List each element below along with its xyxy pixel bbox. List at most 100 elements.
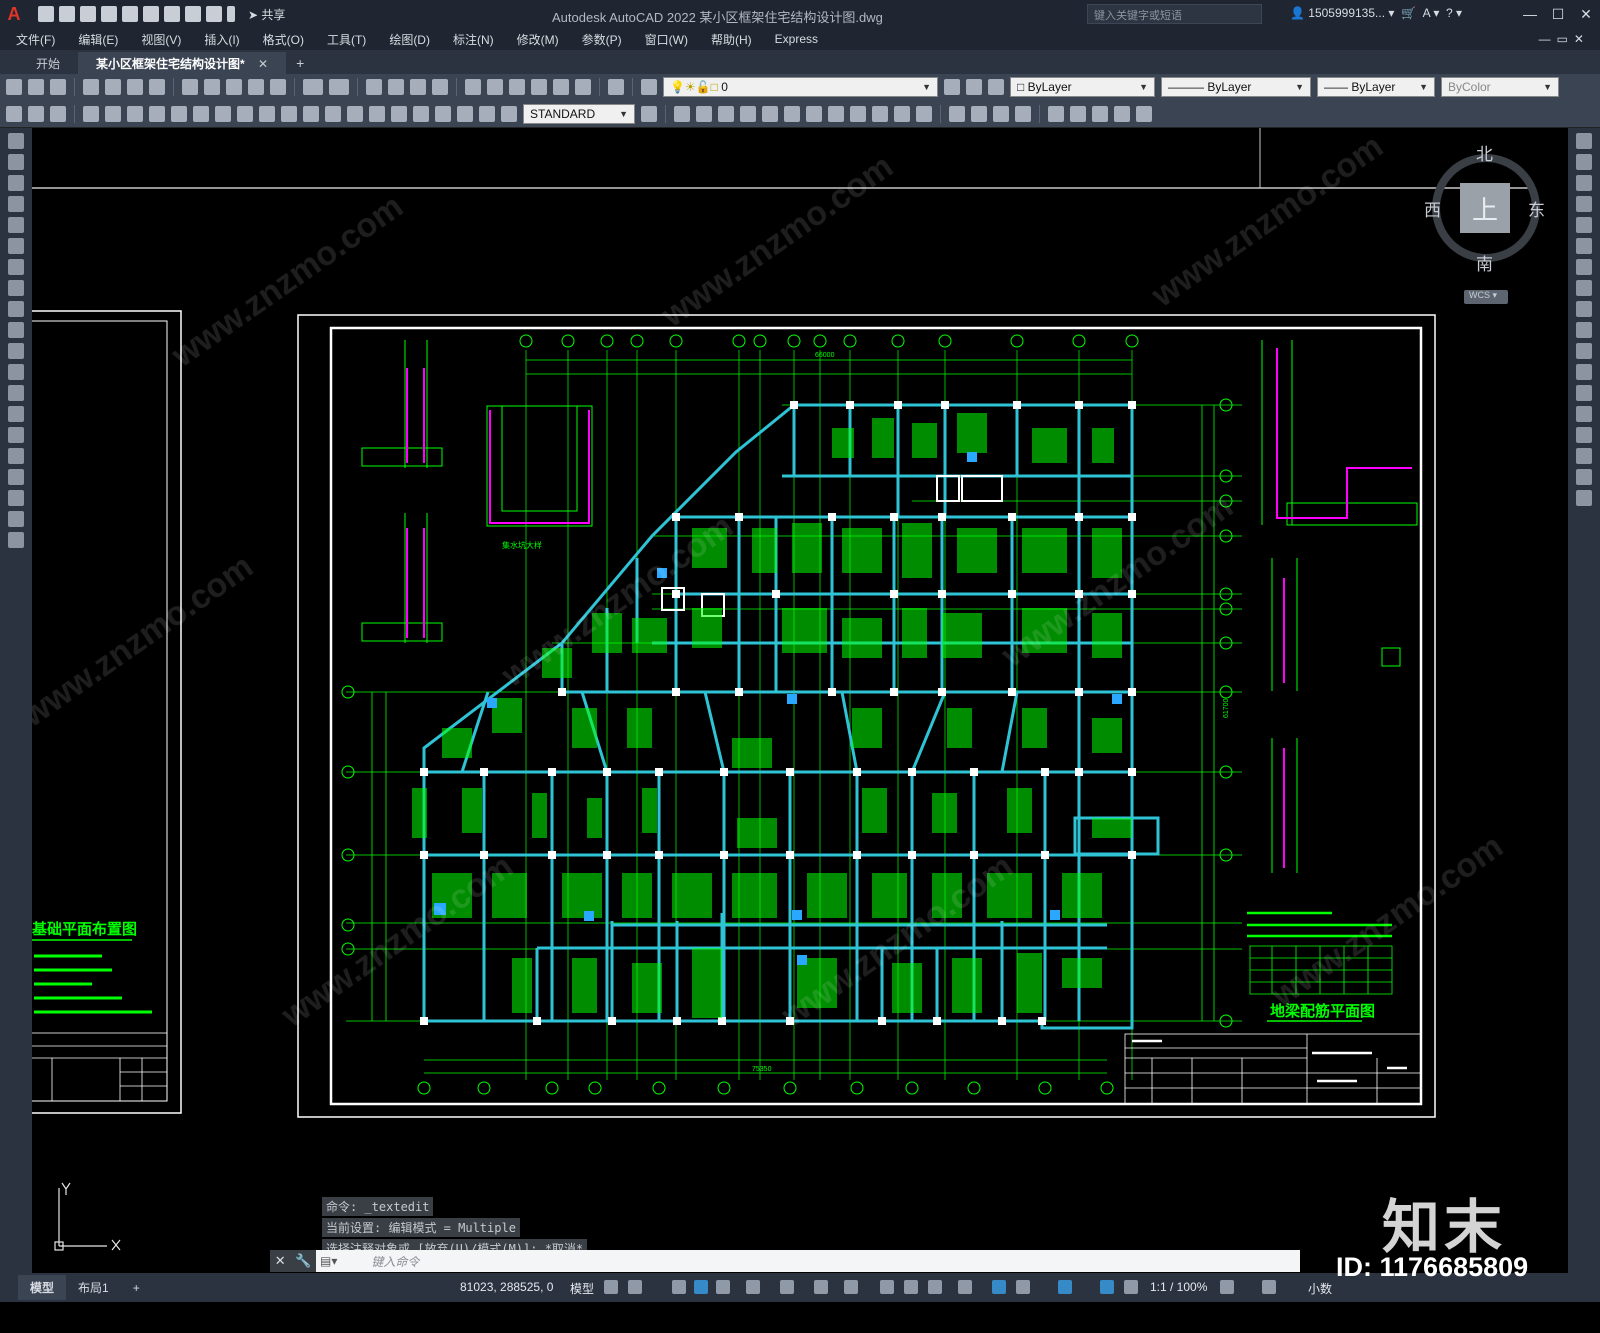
- angular-icon[interactable]: [237, 105, 253, 122]
- viewcube[interactable]: 上 北 南 东 西: [1424, 140, 1546, 280]
- menu-window[interactable]: 窗口(W): [645, 31, 688, 48]
- dimension-update-icon[interactable]: [501, 105, 517, 122]
- coordinate-readout[interactable]: 81023, 288525, 0: [460, 1280, 553, 1294]
- extrude-icon[interactable]: [740, 105, 756, 122]
- dynamic-ucs-icon[interactable]: [992, 1280, 1006, 1294]
- object-snap-tracking-icon[interactable]: [814, 1280, 828, 1294]
- gradient-icon[interactable]: [8, 448, 24, 464]
- match-properties-icon[interactable]: [248, 79, 264, 95]
- chamfer-icon[interactable]: [1576, 427, 1592, 443]
- drawing-canvas[interactable]: 基础平面布置图 66000 75350 61700 集水坑大样 地梁配筋平面图 …: [32, 128, 1568, 1273]
- infer-constraints-icon[interactable]: [672, 1280, 686, 1294]
- zoom-realtime-icon[interactable]: [388, 79, 404, 95]
- menu-view[interactable]: 视图(V): [141, 31, 181, 48]
- rotate-icon[interactable]: [1576, 259, 1592, 275]
- 3d-object-snap-icon[interactable]: [958, 1280, 972, 1294]
- save-icon[interactable]: [50, 79, 66, 95]
- tab-close-icon[interactable]: ✕: [258, 57, 268, 71]
- linear-dimension-icon[interactable]: [83, 105, 99, 122]
- intersect-icon[interactable]: [850, 105, 866, 122]
- open-from-web-icon[interactable]: [122, 6, 138, 22]
- insert-block-icon[interactable]: [8, 364, 24, 380]
- object-snap-icon[interactable]: [844, 1280, 858, 1294]
- break-at-point-icon[interactable]: [1576, 364, 1592, 380]
- blend-curves-icon[interactable]: [1576, 469, 1592, 485]
- properties-icon[interactable]: [465, 79, 481, 95]
- ortho-icon[interactable]: [716, 1280, 730, 1294]
- tool-palettes-icon[interactable]: [509, 79, 525, 95]
- construction-line-icon[interactable]: [8, 154, 24, 170]
- loft-icon[interactable]: [828, 105, 844, 122]
- compass-south[interactable]: 南: [1476, 250, 1493, 275]
- extend-icon[interactable]: [1576, 343, 1592, 359]
- tab-start[interactable]: 开始: [18, 52, 78, 74]
- menu-express[interactable]: Express: [775, 32, 818, 46]
- polar-tracking-icon[interactable]: [746, 1280, 760, 1294]
- layer-previous-icon[interactable]: [966, 79, 982, 95]
- save-to-web-icon[interactable]: [143, 6, 159, 22]
- layer-isolate-icon[interactable]: [28, 105, 44, 122]
- ellipse-icon[interactable]: [8, 322, 24, 338]
- annotation-monitor-icon[interactable]: [1262, 1280, 1276, 1294]
- slice-icon[interactable]: [872, 105, 888, 122]
- menu-format[interactable]: 格式(O): [263, 31, 304, 48]
- wcs-menu[interactable]: WCS ▾: [1464, 290, 1508, 304]
- workspace-gear-icon[interactable]: [1220, 1280, 1234, 1294]
- dimension-edit-icon[interactable]: [457, 105, 473, 122]
- menu-help[interactable]: 帮助(H): [711, 31, 752, 48]
- publish-icon[interactable]: [127, 79, 143, 95]
- ucs-icon[interactable]: [1048, 105, 1064, 122]
- customize-icon[interactable]: 🔧: [295, 1253, 311, 1269]
- redo-icon[interactable]: [329, 79, 349, 95]
- save-as-icon[interactable]: [101, 6, 117, 22]
- open-icon[interactable]: [28, 79, 44, 95]
- menu-insert[interactable]: 插入(I): [204, 31, 239, 48]
- selection-filter-icon[interactable]: [1016, 1280, 1030, 1294]
- visual-style-icon[interactable]: [949, 105, 965, 122]
- arc-length-icon[interactable]: [127, 105, 143, 122]
- customize-qat-icon[interactable]: [227, 6, 235, 22]
- center-mark-icon[interactable]: [391, 105, 407, 122]
- plot-icon[interactable]: [164, 6, 180, 22]
- plotstyle-dropdown[interactable]: ByColor ▼: [1441, 77, 1559, 97]
- new-icon[interactable]: [6, 79, 22, 95]
- isometric-drafting-icon[interactable]: [780, 1280, 794, 1294]
- zoom-window-icon[interactable]: [410, 79, 426, 95]
- menu-draw[interactable]: 绘图(D): [389, 31, 430, 48]
- text-style-dropdown[interactable]: STANDARD ▼: [523, 103, 635, 124]
- color-dropdown[interactable]: □ ByLayer ▼: [1010, 77, 1155, 97]
- fillet-icon[interactable]: [1576, 448, 1592, 464]
- join-icon[interactable]: [1576, 406, 1592, 422]
- model-space-toggle[interactable]: 模型: [570, 1280, 594, 1297]
- erase-icon[interactable]: [1576, 133, 1592, 149]
- linetype-dropdown[interactable]: ——— ByLayer ▼: [1161, 77, 1311, 97]
- plot-preview-icon[interactable]: [105, 79, 121, 95]
- snap-icon[interactable]: [628, 1280, 642, 1294]
- menu-modify[interactable]: 修改(M): [517, 31, 559, 48]
- layer-state-icon[interactable]: [988, 79, 1004, 95]
- save-icon[interactable]: [80, 6, 96, 22]
- tolerance-icon[interactable]: [369, 105, 385, 122]
- scale-icon[interactable]: [1576, 280, 1592, 296]
- command-line[interactable]: ✕ 🔧 ▤▾ 键入命令: [270, 1250, 1300, 1272]
- command-input[interactable]: 键入命令: [371, 1253, 419, 1270]
- quickcalc-icon[interactable]: [575, 79, 591, 95]
- pan-icon[interactable]: [366, 79, 382, 95]
- presspull-icon[interactable]: [762, 105, 778, 122]
- layer-properties-icon[interactable]: [641, 79, 657, 95]
- markup-icon[interactable]: [553, 79, 569, 95]
- lineweight-icon[interactable]: [880, 1280, 894, 1294]
- design-center-icon[interactable]: [487, 79, 503, 95]
- revision-cloud-icon[interactable]: [8, 280, 24, 296]
- revolve-icon[interactable]: [806, 105, 822, 122]
- redo-icon[interactable]: [206, 6, 222, 22]
- break-icon[interactable]: [1576, 385, 1592, 401]
- dimension-text-edit-icon[interactable]: [479, 105, 495, 122]
- gizmo-icon[interactable]: [1058, 1280, 1072, 1294]
- paste-icon[interactable]: [226, 79, 242, 95]
- array-icon[interactable]: [1576, 217, 1592, 233]
- thicken-icon[interactable]: [894, 105, 910, 122]
- plot-icon[interactable]: [83, 79, 99, 95]
- ucs-face-icon[interactable]: [1114, 105, 1130, 122]
- minimize-icon[interactable]: —: [1516, 0, 1544, 28]
